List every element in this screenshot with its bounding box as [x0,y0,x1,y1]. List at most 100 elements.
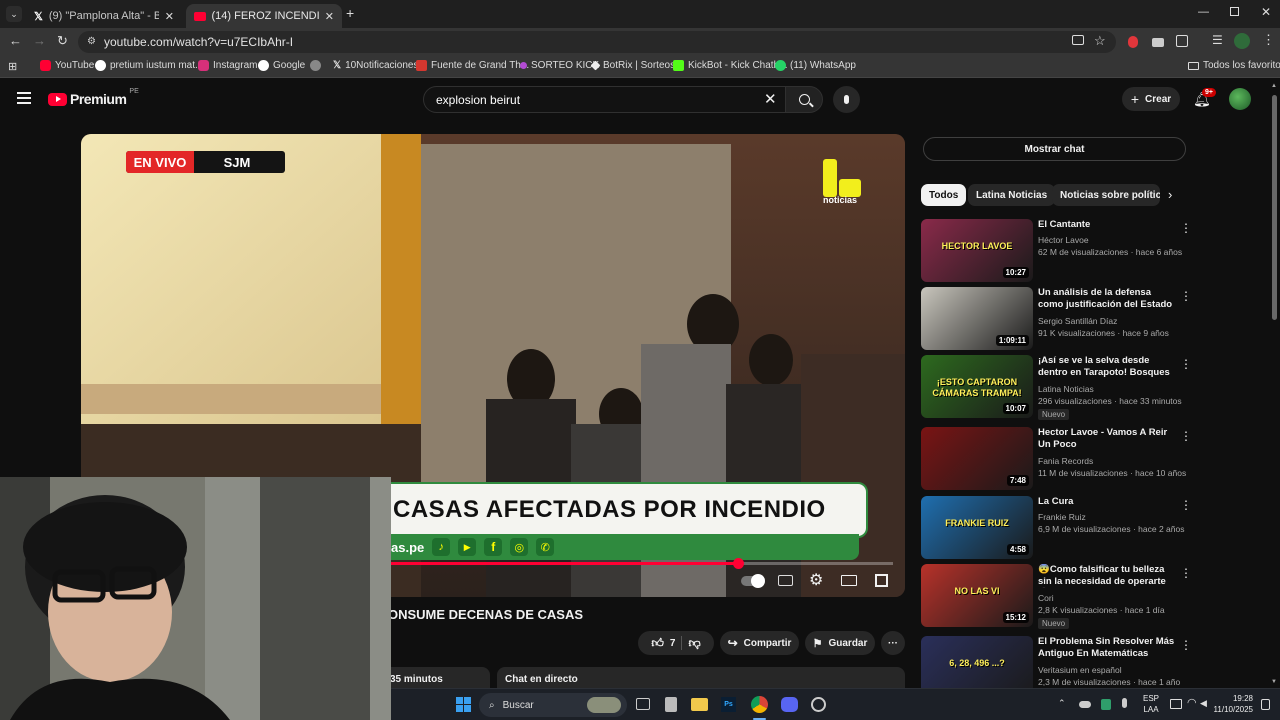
windows-start-icon[interactable] [456,697,471,712]
more-options-icon[interactable]: ⋮ [1180,638,1192,652]
site-info-icon[interactable]: ⚙ [87,36,96,47]
taskbar-search-box[interactable]: ⌕ Buscar [479,693,627,717]
close-window-icon[interactable]: ✕ [1261,5,1271,19]
more-options-icon[interactable]: ⋮ [1180,221,1192,235]
recommendation-title[interactable]: La Cura [1038,496,1176,508]
install-app-icon[interactable] [1072,35,1084,45]
recommendation-title[interactable]: Hector Lavoe - Vamos A Reir Un Poco [1038,427,1176,451]
microphone-tray-icon[interactable] [1122,698,1127,708]
star-icon[interactable]: ☆ [1094,33,1106,49]
bookmark-google[interactable]: Google [258,60,305,71]
close-icon[interactable]: ✕ [325,10,334,23]
bookmark-globe[interactable] [310,60,321,71]
chip-all[interactable]: Todos [921,184,967,206]
bookmark-pretium[interactable]: pretium iustum mat... [95,60,203,71]
task-view-icon[interactable] [636,698,650,710]
youtube-logo[interactable]: Premium PE [48,88,139,107]
recommendation-title[interactable]: El Problema Sin Resolver Más Antiguo En … [1038,636,1176,660]
page-scrollbar[interactable] [1272,95,1277,320]
description-box[interactable]: 35 minutos [388,667,490,688]
channel-name[interactable]: Sergio Santillán Díaz [1038,316,1117,326]
clear-search-icon[interactable]: ✕ [764,90,777,108]
security-icon[interactable] [1101,699,1111,710]
bookmark-youtube[interactable]: YouTube [40,60,94,71]
like-button[interactable]: 👍︎ 7 [651,636,675,651]
search-button[interactable] [785,86,823,113]
extensions-icon[interactable] [1176,35,1188,47]
app-icon[interactable] [665,697,677,712]
video-thumbnail[interactable]: HECTOR LAVOE 10:27 [921,219,1033,282]
app-badge-icon[interactable] [811,697,826,712]
voice-search-button[interactable] [833,86,860,113]
channel-name[interactable]: Veritasium en español [1038,665,1122,675]
account-avatar[interactable] [1229,88,1251,110]
search-input[interactable]: explosion beirut ✕ [423,86,787,113]
chip-latina-noticias[interactable]: Latina Noticias [968,184,1056,206]
recommendation-title[interactable]: El Cantante [1038,219,1176,231]
bookmark-all-favorites[interactable]: Todos los favoritos [1188,60,1280,71]
more-options-icon[interactable]: ⋮ [1180,357,1192,371]
reading-list-icon[interactable]: ☰ [1212,33,1223,47]
more-options-icon[interactable]: ⋮ [1180,566,1192,580]
video-thumbnail[interactable]: NO LAS VI 15:12 [921,564,1033,627]
recommendation-title[interactable]: ¡Así se ve la selva desde dentro en Tara… [1038,355,1176,379]
channel-name[interactable]: Héctor Lavoe [1038,235,1089,245]
video-thumbnail[interactable]: FRANKIE RUIZ 4:58 [921,496,1033,559]
video-thumbnail[interactable]: 1:09:11 [921,287,1033,350]
forward-icon[interactable]: → [33,33,46,48]
photoshop-icon[interactable]: Ps [721,697,736,712]
progress-scrubber[interactable] [732,558,744,569]
wifi-icon[interactable]: ◠ [1187,696,1197,709]
subtitles-icon[interactable] [778,575,793,586]
network-icon[interactable] [1170,699,1182,709]
recommendation-item[interactable]: HECTOR LAVOE 10:27 El Cantante Héctor Lavoe… [921,219,1192,283]
bookmark-kickbot[interactable]: KickBot - Kick Chatb... [673,60,787,71]
notifications-center-icon[interactable] [1261,699,1270,710]
channel-name[interactable]: Frankie Ruiz [1038,512,1086,522]
recommendation-title[interactable]: Un análisis de la defensa como justifica… [1038,287,1176,311]
apps-grid-icon[interactable]: ⊞ [8,60,17,73]
save-button[interactable]: ⚑ Guardar [805,631,875,655]
address-bar[interactable]: ⚙ youtube.com/watch?v=u7ECIbAhr-I ☆ [78,31,1116,53]
new-tab-button[interactable]: + [346,5,354,21]
minimize-icon[interactable]: — [1198,6,1209,18]
bookmark-botrix[interactable]: BotRix | Sorteos [590,60,675,71]
bookmark-10notificaciones[interactable]: 𝕏 10Notificaciones [333,60,418,71]
close-icon[interactable]: ✕ [165,10,174,23]
recommendation-item[interactable]: NO LAS VI 15:12 😨Como falsificar tu bellez… [921,564,1192,629]
tab-youtube-video[interactable]: (14) FEROZ INCENDIO EN SAN ✕ [186,4,342,28]
chrome-icon[interactable] [751,696,768,713]
bookmark-grand-theft[interactable]: Fuente de Grand Th... [416,60,529,71]
notifications-button[interactable]: 🔔︎ 9+ [1193,88,1216,109]
bookmark-sorteo-kick[interactable]: SORTEO KICK [520,60,599,71]
show-chat-button[interactable]: Mostrar chat [923,137,1186,161]
more-options-icon[interactable]: ⋮ [1180,289,1192,303]
more-options-icon[interactable]: ⋮ [1180,429,1192,443]
profile-avatar[interactable] [1234,33,1250,49]
settings-gear-icon[interactable]: ⚙ [809,570,823,590]
restore-icon[interactable] [1230,7,1239,16]
autoplay-toggle[interactable] [741,574,765,588]
tray-chevron-icon[interactable]: ⌃ [1058,698,1066,709]
recommendation-item[interactable]: 1:09:11 Un análisis de la defensa como ju… [921,287,1192,351]
fullscreen-icon[interactable] [875,574,888,587]
video-thumbnail[interactable]: 7:48 [921,427,1033,490]
menu-icon[interactable]: ⋮ [1262,32,1275,48]
extension-red-icon[interactable] [1128,36,1138,48]
scroll-down-arrow[interactable]: ▼ [1271,679,1277,685]
channel-name[interactable]: Fania Records [1038,456,1093,466]
theater-mode-icon[interactable] [841,575,857,586]
onedrive-icon[interactable] [1079,701,1091,708]
recommendation-item[interactable]: 7:48 Hector Lavoe - Vamos A Reir Un Poco F… [921,427,1192,491]
tab-search-button[interactable]: ⌄ [6,6,22,22]
thumbs-down-icon[interactable]: 👎︎ [688,636,700,651]
tab-x-search[interactable]: 𝕏 (9) "Pamplona Alta" - Buscar / X ✕ [26,4,182,28]
back-icon[interactable]: ← [9,33,22,48]
channel-name[interactable]: Cori [1038,593,1054,603]
more-actions-button[interactable]: ··· [881,631,905,655]
more-options-icon[interactable]: ⋮ [1180,498,1192,512]
chip-politica[interactable]: Noticias sobre política [1052,184,1160,206]
extension-card-icon[interactable] [1152,38,1164,47]
recommendation-item[interactable]: ¡ESTO CAPTARON CÁMARAS TRAMPA! 10:07 ¡Así … [921,355,1192,420]
language-indicator[interactable]: ESP LAA [1143,693,1159,715]
